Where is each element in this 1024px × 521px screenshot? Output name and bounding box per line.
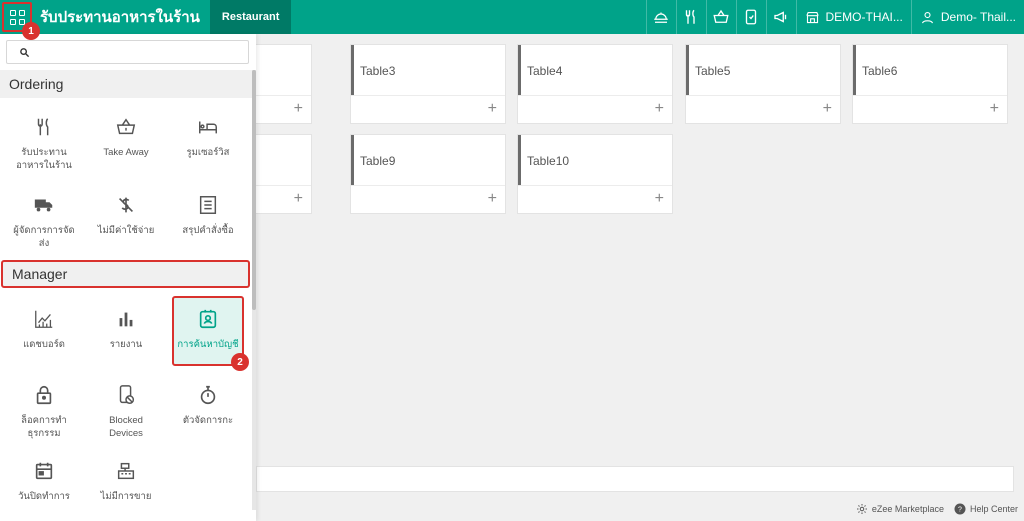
menu-tile-room-service[interactable]: รูมเซอร์วิส (172, 106, 244, 178)
search-icon (20, 48, 30, 58)
side-menu: Ordering รับประทาน อาหารในร้าน Take Away… (0, 34, 256, 521)
tile-label: วันปิดทำการ (18, 491, 70, 502)
tile-label: ไม่มีค่าใช้จ่าย (97, 225, 155, 236)
mobile-order-icon[interactable] (735, 0, 766, 34)
fork-knife-icon[interactable] (675, 0, 706, 34)
gear-icon (856, 504, 867, 514)
menu-tile-take-away[interactable]: Take Away (90, 106, 162, 178)
tile-label: ไม่มีการขาย (100, 491, 152, 502)
table-name: Table6 (862, 64, 898, 78)
menu-search[interactable] (6, 40, 249, 64)
tile-label: รับประทาน อาหารในร้าน (16, 147, 72, 171)
table-name: Table10 (527, 154, 570, 168)
tile-label: ล็อคการทำ ธุรกรรม (21, 415, 67, 439)
bed-icon (199, 121, 217, 134)
basket-icon (116, 118, 136, 135)
receipt-icon (199, 196, 217, 214)
table-card[interactable]: Table10 + (517, 134, 673, 214)
stopwatch-icon (200, 385, 216, 405)
user-icon (921, 11, 933, 23)
section-manager: Manager (1, 260, 250, 288)
tile-label: ตัวจัดการกะ (182, 415, 234, 426)
table-name: Table4 (527, 64, 563, 78)
truck-icon (34, 199, 53, 212)
store-icon (805, 11, 819, 23)
page-title: รับประทานอาหารในร้าน (40, 9, 200, 26)
grid-icon (9, 9, 25, 25)
add-icon[interactable]: + (294, 191, 303, 207)
menu-tile-closing-day[interactable]: วันปิดทำการ (8, 450, 80, 521)
account-card-icon (199, 309, 217, 329)
search-input[interactable] (37, 43, 237, 61)
megaphone-icon[interactable] (765, 0, 796, 34)
restaurant-tab[interactable]: Restaurant (209, 0, 292, 34)
table-area: Table3 + Table4 + Table5 + Table6 + + Ta… (156, 34, 1024, 521)
menu-tile-dashboard[interactable]: แดชบอร์ด (8, 298, 80, 370)
table-card[interactable]: Table9 + (350, 134, 506, 214)
tile-label: สรุปคำสั่งซื้อ (182, 225, 234, 236)
menu-tile-reports[interactable]: รายงาน (90, 298, 162, 370)
table-card[interactable]: Table3 + (350, 44, 506, 124)
add-icon[interactable]: + (823, 101, 832, 117)
add-icon[interactable]: + (488, 191, 497, 207)
no-dollar-icon (118, 197, 134, 213)
lock-icon (36, 385, 52, 405)
table-name: Table3 (360, 64, 396, 78)
table-card[interactable]: Table6 + (852, 44, 1008, 124)
user-menu[interactable]: Demo- Thail... (910, 0, 1024, 34)
step-badge-1: 1 (22, 22, 40, 40)
help-center-link[interactable]: Help Center (970, 504, 1018, 514)
add-icon[interactable]: + (655, 191, 664, 207)
menu-tile-transaction-lock[interactable]: ล็อคการทำ ธุรกรรม (8, 374, 80, 446)
add-icon[interactable]: + (488, 101, 497, 117)
menu-tile-order-summary[interactable]: สรุปคำสั่งซื้อ (172, 184, 244, 256)
tile-label: แดชบอร์ด (23, 339, 65, 350)
top-bar: รับประทานอาหารในร้าน Restaurant DEMO-THA… (0, 0, 1024, 34)
marketplace-link[interactable]: eZee Marketplace (872, 504, 944, 514)
basket-icon[interactable] (705, 0, 736, 34)
svg-text:?: ? (958, 507, 962, 514)
cash-register-icon (117, 462, 135, 480)
tile-label: ผู้จัดการการจัด ส่ง (13, 225, 75, 249)
tile-label: Blocked Devices (109, 415, 143, 439)
calendar-icon (35, 462, 53, 480)
section-ordering: Ordering (0, 70, 252, 98)
table-name: Table9 (360, 154, 396, 168)
table-name: Table5 (695, 64, 731, 78)
add-icon[interactable]: + (990, 101, 999, 117)
tile-label: Take Away (103, 147, 149, 158)
tile-label: การค้นหาบัญชี (177, 339, 239, 350)
add-icon[interactable]: + (294, 101, 303, 117)
menu-tile-dine-in[interactable]: รับประทาน อาหารในร้าน (8, 106, 80, 178)
tile-label: รูมเซอร์วิส (186, 147, 230, 158)
bottom-bar (256, 466, 1014, 492)
dine-in-plate-icon[interactable] (645, 0, 676, 34)
step-badge-2: 2 (231, 353, 249, 371)
menu-tile-delivery[interactable]: ผู้จัดการการจัด ส่ง (8, 184, 80, 256)
blocked-device-icon (119, 385, 135, 404)
add-icon[interactable]: + (655, 101, 664, 117)
side-menu-scrollbar[interactable] (252, 70, 256, 510)
bar-chart-icon (119, 312, 133, 327)
help-icon: ? (954, 503, 966, 515)
line-chart-icon (35, 310, 53, 328)
table-card[interactable]: Table5 + (685, 44, 841, 124)
fork-knife-icon (37, 118, 49, 136)
menu-tile-no-charge[interactable]: ไม่มีค่าใช้จ่าย (90, 184, 162, 256)
table-card[interactable]: Table4 + (517, 44, 673, 124)
menu-tile-no-sale[interactable]: ไม่มีการขาย (90, 450, 162, 521)
menu-tile-shift-manager[interactable]: ตัวจัดการกะ (172, 374, 244, 446)
tile-label: รายงาน (109, 339, 143, 350)
location-selector[interactable]: DEMO-THAI... (795, 0, 911, 34)
location-name: DEMO-THAI... (825, 10, 903, 24)
menu-tile-blocked-devices[interactable]: Blocked Devices (90, 374, 162, 446)
user-name: Demo- Thail... (940, 10, 1016, 24)
